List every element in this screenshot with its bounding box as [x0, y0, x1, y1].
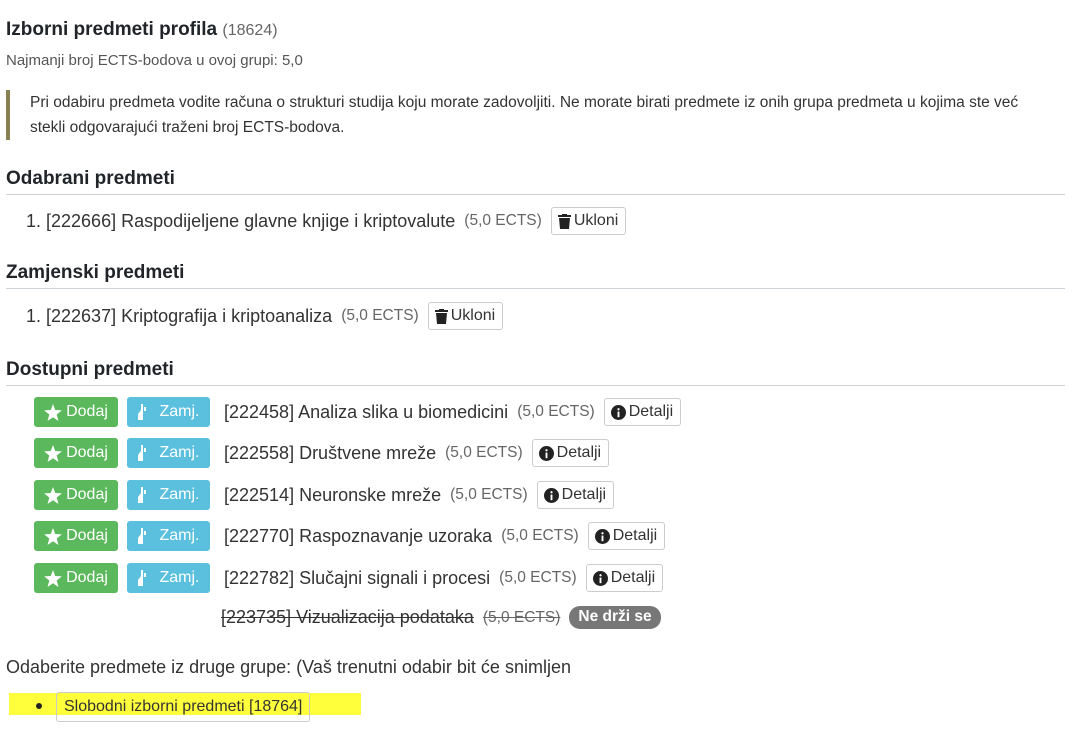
details-label: Detalji	[561, 486, 607, 503]
available-course-row: Dodaj Zamj. [222514] Neuronske mreže (5,…	[34, 480, 615, 510]
inactive-course-name: [223735] Vizualizacija podataka	[221, 607, 474, 627]
add-course-button[interactable]: Dodaj	[34, 563, 118, 593]
course-name: [222782] Slučajni signali i procesi	[224, 567, 491, 588]
group-link-button[interactable]: Slobodni izborni predmeti [18764]	[56, 692, 311, 722]
course-name: [222514] Neuronske mreže	[224, 484, 442, 505]
details-button[interactable]: Detalji	[587, 522, 666, 550]
star-icon	[44, 403, 62, 421]
details-button[interactable]: Detalji	[536, 481, 615, 509]
trash-icon	[557, 213, 571, 229]
course-ects: (5,0 ECTS)	[445, 444, 523, 461]
available-course-row: Dodaj Zamj. [222770] Raspoznavanje uzora…	[34, 521, 666, 551]
substitute-course-button[interactable]: Zamj.	[127, 397, 210, 427]
substitute-course-button[interactable]: Zamj.	[127, 480, 210, 510]
remove-substitute-button[interactable]: Ukloni	[427, 302, 504, 330]
add-course-button[interactable]: Dodaj	[34, 521, 118, 551]
inactive-course-row: [223735] Vizualizacija podataka (5,0 ECT…	[221, 606, 661, 629]
star-icon	[44, 444, 62, 462]
info-icon	[538, 445, 554, 461]
substitute-label: Zamj.	[159, 527, 200, 544]
trash-icon	[434, 308, 448, 324]
selected-item-name: 1. [222666] Raspodijeljene glavne knjige…	[26, 210, 456, 231]
info-icon	[594, 528, 610, 544]
hand-icon	[137, 570, 146, 586]
hand-icon	[137, 404, 146, 420]
substitute-heading: Zamjenski predmeti	[6, 262, 1065, 289]
substitute-course-button[interactable]: Zamj.	[127, 563, 210, 593]
course-name: [222458] Analiza slika u biomedicini	[224, 401, 509, 422]
course-ects: (5,0 ECTS)	[450, 486, 528, 503]
substitute-course-button[interactable]: Zamj.	[127, 438, 210, 468]
substitute-course-button[interactable]: Zamj.	[127, 521, 210, 551]
page-title: Izborni predmeti profila (18624)	[6, 19, 278, 41]
add-course-button[interactable]: Dodaj	[34, 438, 118, 468]
add-course-button[interactable]: Dodaj	[34, 480, 118, 510]
hand-icon	[137, 445, 146, 461]
selected-item-ects: (5,0 ECTS)	[464, 212, 542, 229]
not-offered-badge: Ne drži se	[569, 606, 661, 629]
min-ects-info: Najmanji broj ECTS-bodova u ovoj grupi: …	[6, 52, 303, 69]
details-button[interactable]: Detalji	[531, 439, 610, 467]
details-label: Detalji	[612, 527, 658, 544]
info-icon	[610, 404, 626, 420]
inactive-course-ects: (5,0 ECTS)	[482, 608, 561, 626]
substitute-label: Zamj.	[159, 486, 200, 503]
add-label: Dodaj	[66, 569, 108, 586]
substitute-label: Zamj.	[159, 444, 200, 461]
hand-icon	[137, 487, 146, 503]
hand-icon	[137, 528, 146, 544]
substitute-label: Zamj.	[159, 403, 200, 420]
other-group-prompt: Odaberite predmete iz druge grupe: (Vaš …	[6, 657, 571, 677]
details-label: Detalji	[628, 403, 674, 420]
available-course-row: Dodaj Zamj. [222558] Društvene mreže (5,…	[34, 438, 610, 468]
star-icon	[44, 486, 62, 504]
available-course-row: Dodaj Zamj. [222782] Slučajni signali i …	[34, 563, 664, 593]
add-label: Dodaj	[66, 486, 108, 503]
substitute-item-name: 1. [222637] Kriptografija i kriptoanaliz…	[26, 305, 333, 326]
course-name: [222558] Društvene mreže	[224, 442, 437, 463]
selected-heading: Odabrani predmeti	[6, 168, 1065, 195]
star-icon	[44, 569, 62, 587]
info-icon	[592, 570, 608, 586]
star-icon	[44, 527, 62, 545]
details-label: Detalji	[556, 444, 602, 461]
remove-selected-button[interactable]: Ukloni	[550, 207, 627, 235]
substitute-item-ects: (5,0 ECTS)	[341, 307, 419, 324]
info-icon	[543, 487, 559, 503]
available-heading: Dostupni predmeti	[6, 359, 1065, 386]
group-code: (18624)	[222, 22, 278, 39]
info-note: Pri odabiru predmeta vodite računa o str…	[6, 90, 1046, 140]
add-label: Dodaj	[66, 403, 108, 420]
remove-label: Ukloni	[573, 212, 619, 229]
substitute-item: 1. [222637] Kriptografija i kriptoanaliz…	[26, 302, 504, 330]
course-name: [222770] Raspoznavanje uzoraka	[224, 525, 493, 546]
remove-label: Ukloni	[450, 307, 496, 324]
details-button[interactable]: Detalji	[603, 398, 682, 426]
course-ects: (5,0 ECTS)	[501, 527, 579, 544]
details-button[interactable]: Detalji	[585, 564, 664, 592]
substitute-label: Zamj.	[159, 569, 200, 586]
selected-item: 1. [222666] Raspodijeljene glavne knjige…	[26, 207, 627, 235]
details-label: Detalji	[610, 569, 656, 586]
add-label: Dodaj	[66, 444, 108, 461]
course-ects: (5,0 ECTS)	[499, 569, 577, 586]
course-ects: (5,0 ECTS)	[517, 403, 595, 420]
add-course-button[interactable]: Dodaj	[34, 397, 118, 427]
available-course-row: Dodaj Zamj. [222458] Analiza slika u bio…	[34, 397, 682, 427]
list-bullet	[36, 703, 42, 709]
group-title: Izborni predmeti profila	[6, 19, 218, 40]
add-label: Dodaj	[66, 527, 108, 544]
